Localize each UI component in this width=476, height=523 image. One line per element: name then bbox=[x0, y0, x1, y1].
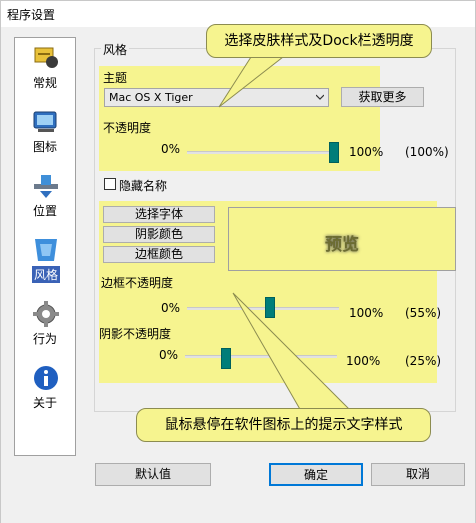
tooltip-tip-text: 鼠标悬停在软件图标上的提示文字样式 bbox=[164, 417, 403, 433]
sidebar-item-label: 常规 bbox=[32, 76, 57, 90]
settings-window: 程序设置 常规 图标 位置 风格 行为 关于 风格 主题 Mac OS X Ti… bbox=[0, 0, 476, 523]
groupbox-title: 风格 bbox=[101, 41, 130, 58]
opacity-max-label: 100% bbox=[349, 145, 384, 159]
theme-select[interactable]: Mac OS X Tiger bbox=[104, 88, 329, 107]
shadow-opacity-max-label: 100% bbox=[346, 354, 381, 368]
default-values-label: 默认值 bbox=[134, 467, 171, 481]
sidebar-item-about[interactable]: 关于 bbox=[15, 362, 75, 422]
preview-text: 预览 bbox=[325, 235, 359, 255]
monitor-icon bbox=[33, 111, 57, 132]
theme-tip-callout: 选择皮肤样式及Dock栏透明度 bbox=[206, 24, 432, 58]
shadow-opacity-min-label: 0% bbox=[159, 348, 179, 362]
sidebar-item-style[interactable]: 风格 bbox=[15, 234, 75, 294]
shadow-opacity-label: 阴影不透明度 bbox=[99, 327, 172, 341]
border-color-label: 边框颜色 bbox=[134, 247, 183, 261]
opacity-min-label: 0% bbox=[161, 142, 181, 156]
shadow-color-button[interactable]: 阴影颜色 bbox=[103, 226, 215, 243]
border-opacity-label: 边框不透明度 bbox=[101, 276, 174, 290]
border-opacity-slider-thumb[interactable] bbox=[265, 297, 276, 318]
hide-name-label: 隐藏名称 bbox=[119, 179, 168, 193]
theme-label: 主题 bbox=[103, 71, 128, 85]
choose-font-button[interactable]: 选择字体 bbox=[103, 206, 215, 223]
info-icon bbox=[34, 366, 58, 390]
get-more-themes-button[interactable]: 获取更多 bbox=[341, 87, 424, 107]
opacity-slider-thumb[interactable] bbox=[329, 142, 339, 163]
dock-position-icon bbox=[34, 175, 58, 198]
border-opacity-slider-track[interactable] bbox=[187, 307, 339, 310]
border-opacity-max-label: 100% bbox=[349, 306, 384, 320]
cancel-label: 取消 bbox=[405, 467, 430, 481]
border-opacity-min-label: 0% bbox=[161, 301, 181, 315]
sidebar-item-label: 图标 bbox=[32, 140, 57, 154]
get-more-label: 获取更多 bbox=[358, 90, 407, 104]
sidebar-item-icons[interactable]: 图标 bbox=[15, 106, 75, 166]
opacity-slider-track[interactable] bbox=[187, 151, 339, 154]
window-client-area: 常规 图标 位置 风格 行为 关于 风格 主题 Mac OS X Tiger 获… bbox=[1, 24, 475, 523]
shadow-opacity-slider-track[interactable] bbox=[185, 355, 337, 358]
shadow-opacity-slider-thumb[interactable] bbox=[220, 348, 231, 369]
general-settings-icon bbox=[34, 47, 58, 68]
sidebar-item-behavior[interactable]: 行为 bbox=[15, 298, 75, 358]
choose-font-label: 选择字体 bbox=[134, 207, 183, 221]
gear-icon bbox=[33, 301, 59, 327]
category-sidebar: 常规 图标 位置 风格 行为 关于 bbox=[14, 37, 76, 456]
window-title: 程序设置 bbox=[7, 8, 56, 22]
border-opacity-value-text: (55%) bbox=[405, 306, 442, 320]
sidebar-item-label: 位置 bbox=[32, 204, 57, 218]
opacity-value-text: (100%) bbox=[405, 145, 449, 159]
shadow-color-label: 阴影颜色 bbox=[134, 227, 183, 241]
sidebar-item-label: 行为 bbox=[32, 332, 57, 346]
default-values-button[interactable]: 默认值 bbox=[95, 463, 211, 486]
cancel-button[interactable]: 取消 bbox=[371, 463, 465, 486]
ok-label: 确定 bbox=[303, 468, 328, 482]
sidebar-item-label: 风格 bbox=[32, 266, 60, 283]
sidebar-item-position[interactable]: 位置 bbox=[15, 170, 75, 230]
theme-tip-text: 选择皮肤样式及Dock栏透明度 bbox=[224, 33, 414, 49]
chevron-down-icon bbox=[316, 94, 324, 100]
sidebar-item-label: 关于 bbox=[32, 396, 57, 410]
opacity-label: 不透明度 bbox=[103, 121, 152, 135]
hide-name-checkbox[interactable] bbox=[104, 178, 116, 190]
border-color-button[interactable]: 边框颜色 bbox=[103, 246, 215, 263]
sidebar-item-general[interactable]: 常规 bbox=[15, 42, 75, 102]
tooltip-tip-callout: 鼠标悬停在软件图标上的提示文字样式 bbox=[136, 408, 431, 442]
tooltip-preview-box: 预览 bbox=[228, 207, 456, 271]
shadow-opacity-value-text: (25%) bbox=[405, 354, 442, 368]
ok-button[interactable]: 确定 bbox=[269, 463, 363, 486]
theme-select-value: Mac OS X Tiger bbox=[109, 91, 193, 104]
style-brush-icon bbox=[35, 239, 57, 261]
